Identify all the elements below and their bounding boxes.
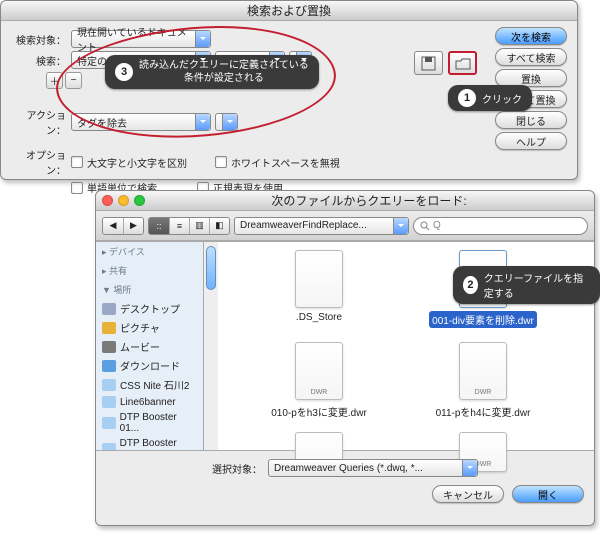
file-item[interactable]: 011-pをh4に変更.dwr <box>408 342 558 420</box>
sidebar-item[interactable]: ピクチャ <box>96 318 203 337</box>
file-name: 010-pをh3に変更.dwr <box>268 403 370 420</box>
sidebar-item[interactable]: CSS Nite 石川2 <box>96 375 203 394</box>
sidebar-scrollbar[interactable] <box>204 242 218 450</box>
file-name: 001-div要素を削除.dwr <box>429 311 537 328</box>
select-target[interactable]: 現在開いているドキュメント <box>71 30 211 48</box>
sidebar-item[interactable]: Line6banner <box>96 394 203 410</box>
sidebar-item[interactable]: ダウンロード <box>96 356 203 375</box>
label-action: アクション： <box>11 107 66 137</box>
close-traffic-light[interactable] <box>102 195 113 206</box>
nav-back-forward[interactable]: ◀▶ <box>102 217 144 235</box>
file-icon <box>295 342 343 400</box>
label-options: オプション： <box>11 147 66 177</box>
search-field[interactable]: Q <box>413 217 588 235</box>
file-toolbar: ◀▶ ::≡▥◧ DreamweaverFindReplace... Q <box>96 211 594 241</box>
path-select[interactable]: DreamweaverFindReplace... <box>234 217 409 235</box>
view-mode-segment[interactable]: ::≡▥◧ <box>148 217 230 235</box>
file-name: .DS_Store <box>293 311 345 324</box>
file-open-window: 次のファイルからクエリーをロード: ◀▶ ::≡▥◧ DreamweaverFi… <box>95 190 595 526</box>
file-name: 011-pをh4に変更.dwr <box>433 403 534 420</box>
callout-1: 1クリック <box>448 85 532 111</box>
file-filter-select[interactable]: Dreamweaver Queries (*.dwq, *... <box>268 459 478 477</box>
win1-titlebar: 検索および置換 <box>1 1 577 21</box>
label-search: 検索： <box>11 53 66 68</box>
label-target: 検索対象： <box>11 32 66 47</box>
downloads-icon <box>102 360 116 372</box>
file-icon <box>295 250 343 308</box>
cancel-button[interactable]: キャンセル <box>432 485 504 503</box>
file-icon <box>459 342 507 400</box>
help-button[interactable]: ヘルプ <box>495 132 567 150</box>
sidebar-group-devices[interactable]: デバイス <box>109 247 145 257</box>
checkbox-case[interactable] <box>71 156 83 168</box>
file-item[interactable]: 010-pをh3に変更.dwr <box>244 342 394 420</box>
callout-3: 3読み込んだクエリーに定義されている 条件が設定される <box>105 55 319 89</box>
movies-icon <box>102 341 116 353</box>
sidebar-item[interactable]: DTP Booster 01... <box>96 410 203 436</box>
open-button[interactable]: 開く <box>512 485 584 503</box>
open-folder-icon <box>455 57 471 70</box>
select-small2[interactable] <box>215 113 238 131</box>
callout-2: 2クエリーファイルを指定する <box>453 266 600 304</box>
save-query-button[interactable] <box>414 51 443 75</box>
folder-icon <box>102 379 116 391</box>
sidebar-item[interactable]: デスクトップ <box>96 299 203 318</box>
select-action[interactable]: タグを除去 <box>71 113 211 131</box>
checkbox-word[interactable] <box>71 182 83 194</box>
file-item[interactable]: .DS_Store <box>244 250 394 324</box>
minimize-traffic-light[interactable] <box>118 195 129 206</box>
folder-icon <box>102 443 116 450</box>
find-all-button[interactable]: すべて検索 <box>495 48 567 66</box>
sidebar-group-places[interactable]: 場所 <box>113 285 131 295</box>
sidebar-group-shared[interactable]: 共有 <box>109 266 127 276</box>
desktop-icon <box>102 303 116 315</box>
sidebar-item[interactable]: ムービー <box>96 337 203 356</box>
win2-title: 次のファイルからクエリーをロード: <box>150 192 588 209</box>
sidebar-item[interactable]: DTP Booster 01... <box>96 436 203 450</box>
file-sidebar: ▸ デバイス ▸ 共有 ▼ 場所 デスクトップピクチャムービーダウンロードCSS… <box>96 242 204 450</box>
folder-icon <box>102 396 116 408</box>
find-next-button[interactable]: 次を検索 <box>495 27 567 45</box>
folder-icon <box>102 417 116 429</box>
remove-rule-button[interactable]: − <box>65 72 82 89</box>
pictures-icon <box>102 322 116 334</box>
win1-title: 検索および置換 <box>7 2 571 19</box>
zoom-traffic-light[interactable] <box>134 195 145 206</box>
search-icon <box>420 221 430 231</box>
load-query-button[interactable] <box>448 51 477 75</box>
floppy-icon <box>421 56 436 71</box>
checkbox-ws[interactable] <box>215 156 227 168</box>
win2-titlebar: 次のファイルからクエリーをロード: <box>96 191 594 211</box>
close-button[interactable]: 閉じる <box>495 111 567 129</box>
add-rule-button[interactable]: ＋ <box>46 72 63 89</box>
